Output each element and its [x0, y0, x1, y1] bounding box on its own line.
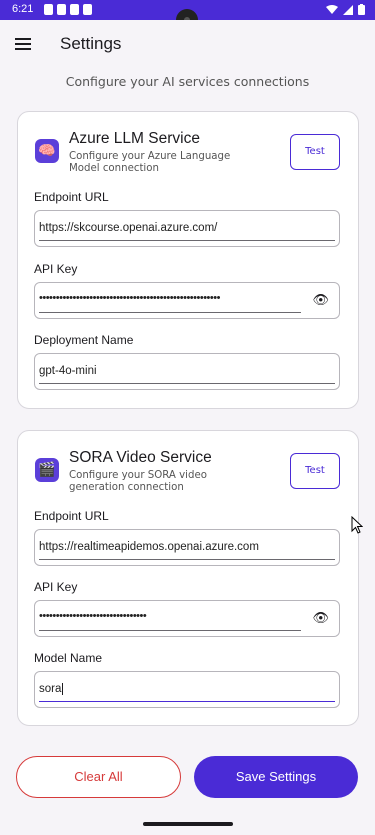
model-name-label: Model Name	[34, 651, 103, 665]
system-nav-bar	[0, 811, 375, 835]
deployment-name-value: gpt-4o-mini	[39, 365, 97, 377]
status-notification-icons	[44, 4, 92, 15]
test-sora-button[interactable]: Test	[290, 453, 340, 489]
clear-all-button[interactable]: Clear All	[16, 756, 181, 798]
api-key-label: API Key	[34, 580, 78, 594]
test-azure-llm-button[interactable]: Test	[290, 134, 340, 170]
service-title: Azure LLM Service	[69, 130, 200, 147]
save-settings-button[interactable]: Save Settings	[194, 756, 358, 798]
service-description: Configure your SORA video generation con…	[69, 470, 207, 493]
service-title: SORA Video Service	[69, 449, 212, 466]
brain-icon: 🧠	[35, 139, 59, 163]
model-name-value: sora	[39, 683, 62, 696]
api-key-label: API Key	[34, 262, 78, 276]
signal-icon	[343, 4, 353, 15]
model-name-input[interactable]: sora	[34, 671, 340, 708]
api-key-input[interactable]: •••••••••••••••••••••••••••••••• 👁	[34, 600, 340, 637]
shield-icon	[57, 4, 66, 15]
endpoint-url-value: https://skcourse.openai.azure.com/	[39, 222, 218, 234]
status-system-icons	[326, 4, 365, 15]
hamburger-menu-icon[interactable]	[15, 38, 31, 50]
deployment-name-input[interactable]: gpt-4o-mini	[34, 353, 340, 390]
mouse-cursor-icon	[351, 516, 363, 534]
eye-icon[interactable]: 👁	[312, 611, 329, 626]
azure-llm-card: 🧠 Azure LLM Service Configure your Azure…	[17, 111, 359, 409]
wifi-icon	[326, 4, 338, 14]
page-title: Settings	[60, 34, 122, 53]
endpoint-url-input[interactable]: https://skcourse.openai.azure.com/	[34, 210, 340, 247]
app-bar: Settings	[0, 20, 375, 68]
sim-icon	[70, 4, 79, 15]
endpoint-url-label: Endpoint URL	[34, 190, 109, 204]
page-subtitle: Configure your AI services connections	[65, 74, 310, 89]
endpoint-url-value: https://realtimeapidemos.openai.azure.co…	[39, 541, 259, 553]
home-gesture-handle[interactable]	[143, 822, 233, 826]
api-key-input[interactable]: ••••••••••••••••••••••••••••••••••••••••…	[34, 282, 340, 319]
sora-video-card: 🎬 SORA Video Service Configure your SORA…	[17, 430, 359, 726]
app-icon	[83, 4, 92, 15]
eye-icon[interactable]: 👁	[312, 293, 329, 308]
clapperboard-icon: 🎬	[35, 458, 59, 482]
api-key-value: ••••••••••••••••••••••••••••••••••••••••…	[39, 292, 220, 304]
api-key-value: ••••••••••••••••••••••••••••••••	[39, 610, 147, 622]
text-caret	[62, 683, 64, 695]
notification-icon	[44, 4, 53, 15]
battery-icon	[358, 4, 365, 15]
endpoint-url-label: Endpoint URL	[34, 509, 109, 523]
endpoint-url-input[interactable]: https://realtimeapidemos.openai.azure.co…	[34, 529, 340, 566]
service-description: Configure your Azure Language Model conn…	[69, 151, 231, 174]
status-time: 6:21	[12, 3, 34, 15]
deployment-name-label: Deployment Name	[34, 333, 134, 347]
